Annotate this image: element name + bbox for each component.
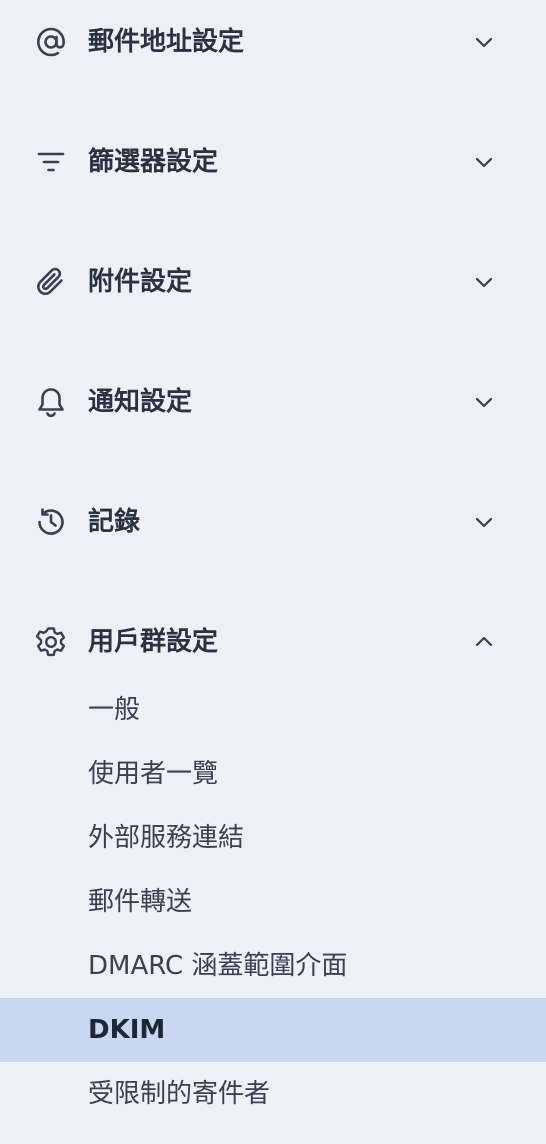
nav-subitem-restricted-senders[interactable]: 受限制的寄件者 <box>0 1062 546 1126</box>
chevron-down-icon[interactable] <box>470 268 498 296</box>
nav-subitem-label: 受限制的寄件者 <box>88 1079 271 1109</box>
nav-subitem-dmarc[interactable]: DMARC 涵蓋範圍介面 <box>0 934 546 998</box>
at-sign-icon <box>33 24 69 60</box>
nav-section-tenant[interactable]: 用戶群設定 <box>0 612 546 672</box>
bell-icon <box>33 384 69 420</box>
nav-subitem-dkim[interactable]: DKIM <box>0 998 546 1062</box>
nav-subitem-external-services[interactable]: 外部服務連結 <box>0 806 546 870</box>
nav-section-filter[interactable]: 篩選器設定 <box>0 132 546 192</box>
nav-section-label: 記錄 <box>88 507 141 537</box>
paperclip-icon <box>33 264 69 300</box>
nav-section-label: 篩選器設定 <box>88 147 219 177</box>
nav-subitem-label: 使用者一覽 <box>88 759 219 789</box>
nav-section-label: 郵件地址設定 <box>88 27 245 57</box>
nav-subitem-label: 外部服務連結 <box>88 823 245 853</box>
nav-section-label: 用戶群設定 <box>88 627 219 657</box>
nav-subitem-label: DKIM <box>88 1015 166 1045</box>
nav-subitem-general[interactable]: 一般 <box>0 678 546 742</box>
chevron-down-icon[interactable] <box>470 28 498 56</box>
nav-section-email-address[interactable]: 郵件地址設定 <box>0 12 546 72</box>
chevron-up-icon[interactable] <box>470 628 498 656</box>
nav-subitem-label: DMARC 涵蓋範圍介面 <box>88 951 348 981</box>
chevron-down-icon[interactable] <box>470 388 498 416</box>
nav-subitem-mail-forwarding[interactable]: 郵件轉送 <box>0 870 546 934</box>
nav-section-attachment[interactable]: 附件設定 <box>0 252 546 312</box>
settings-nav: 郵件地址設定 篩選器設定 附件設定 通知設定 記錄 用戶群設定 一般 使用者一覽… <box>0 0 546 1144</box>
nav-section-notification[interactable]: 通知設定 <box>0 372 546 432</box>
history-icon <box>33 504 69 540</box>
nav-subitem-user-list[interactable]: 使用者一覽 <box>0 742 546 806</box>
filter-icon <box>33 144 69 180</box>
nav-subitem-label: 郵件轉送 <box>88 887 193 917</box>
nav-section-logs[interactable]: 記錄 <box>0 492 546 552</box>
nav-section-label: 附件設定 <box>88 267 193 297</box>
gear-icon <box>33 624 69 660</box>
chevron-down-icon[interactable] <box>470 508 498 536</box>
nav-section-label: 通知設定 <box>88 387 193 417</box>
nav-subitem-label: 一般 <box>88 695 141 725</box>
chevron-down-icon[interactable] <box>470 148 498 176</box>
